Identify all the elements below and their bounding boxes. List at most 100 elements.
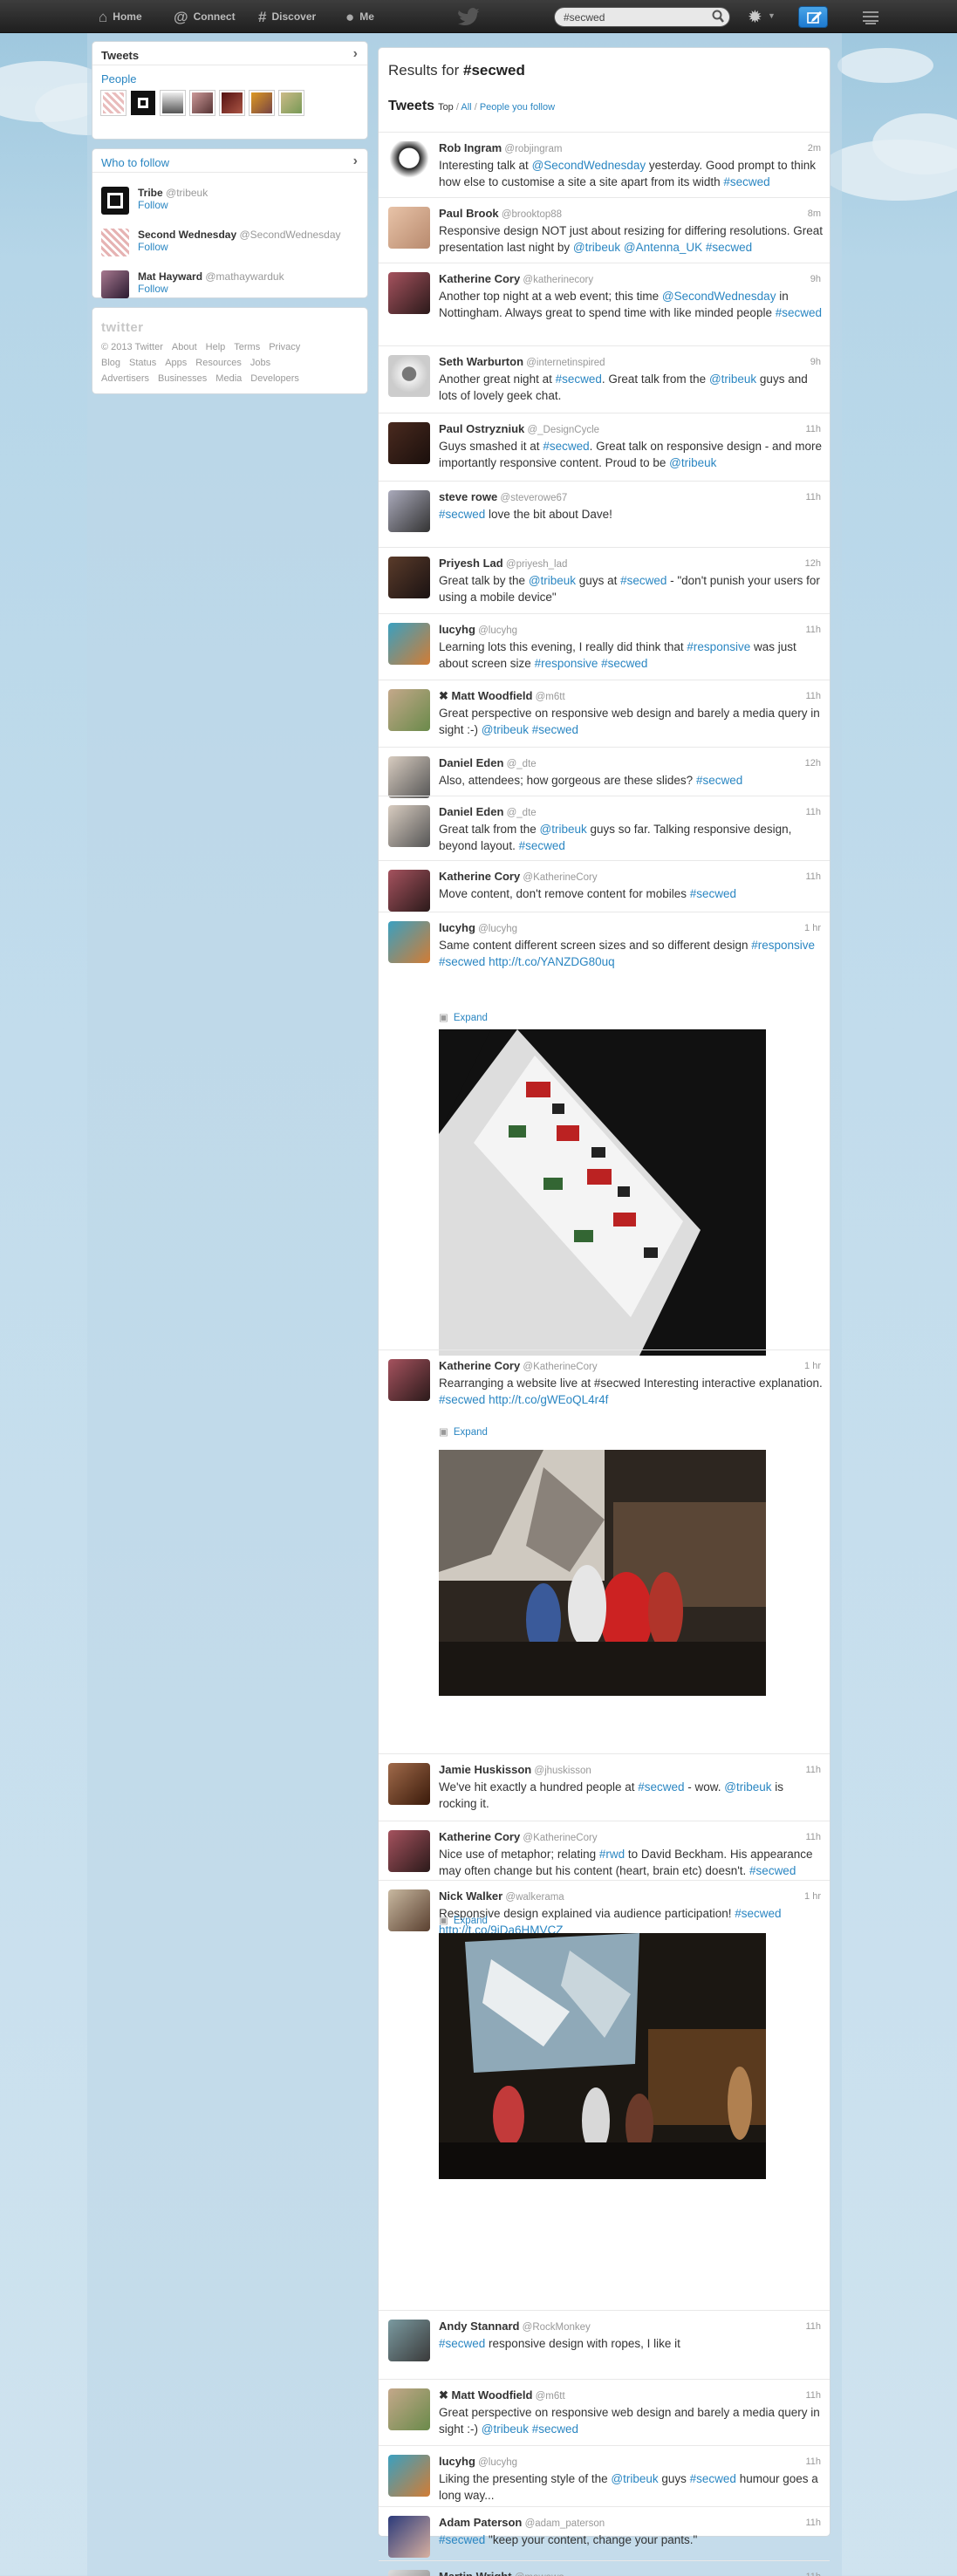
tweet-timestamp[interactable]: 11h	[805, 2572, 821, 2576]
avatar[interactable]	[388, 272, 430, 314]
tweet-item[interactable]: Katherine Cory @katherinecory 9h Another t…	[379, 263, 830, 345]
tweet-screen-name[interactable]: @katherinecory	[520, 275, 593, 285]
expand-link[interactable]: ▣ Expand	[439, 1011, 488, 1023]
hashtag-link[interactable]: #secwed	[749, 1864, 796, 1877]
follow-link[interactable]: Follow	[138, 283, 284, 295]
mention-link[interactable]: @tribeuk	[540, 823, 587, 836]
avatar[interactable]	[388, 2388, 430, 2430]
tweet-author-name[interactable]: steve rowe	[439, 490, 497, 503]
tweet-item[interactable]: Seth Warburton @internetinspired 9h Anothe…	[379, 345, 830, 413]
mention-link[interactable]: @tribeuk	[669, 456, 716, 469]
footer-link[interactable]: Terms	[234, 342, 260, 352]
compose-tweet-button[interactable]	[798, 6, 828, 28]
chevron-down-icon[interactable]: ▼	[768, 11, 776, 20]
tweet-author-name[interactable]: Paul Ostryzniuk	[439, 422, 524, 435]
avatar[interactable]	[101, 270, 129, 298]
avatar[interactable]	[388, 689, 430, 731]
avatar[interactable]	[101, 91, 126, 115]
tweet-author-name[interactable]: Seth Warburton	[439, 355, 523, 368]
tweet-author-name[interactable]: Daniel Eden	[439, 756, 503, 769]
hashtag-link[interactable]: #secwed	[439, 2337, 485, 2350]
nav-connect[interactable]: @ Connect	[174, 0, 236, 33]
tweet-item[interactable]: Katherine Cory @KatherineCory 11h Move con…	[379, 860, 830, 912]
tweet-screen-name[interactable]: @RockMonkey	[519, 2322, 591, 2333]
expand-link[interactable]: ▣ Expand	[439, 1425, 488, 1438]
mention-link[interactable]: @tribeuk	[482, 2422, 529, 2436]
tweet-timestamp[interactable]: 11h	[805, 2321, 821, 2332]
hashtag-link[interactable]: #responsive	[535, 657, 598, 670]
tweet-item[interactable]: ✖ Matt Woodfield @m6tt 11h Great perspecti…	[379, 2379, 830, 2445]
tweet-timestamp[interactable]: 9h	[810, 357, 821, 367]
mention-link[interactable]: @tribeuk	[611, 2472, 658, 2485]
tweet-screen-name[interactable]: @steverowe67	[497, 493, 567, 503]
footer-link[interactable]: Blog	[101, 358, 120, 368]
tweet-author-name[interactable]: Katherine Cory	[439, 1830, 520, 1843]
tweet-author-name[interactable]: Paul Brook	[439, 207, 499, 220]
tweet-item[interactable]: Nick Walker @walkerama 1 hr Responsive des…	[379, 1880, 830, 2310]
tweet-item[interactable]: Paul Brook @brooktop88 8m Responsive desig…	[379, 197, 830, 263]
tweet-item[interactable]: lucyhg @lucyhg 11h Learning lots this even…	[379, 613, 830, 680]
avatar[interactable]	[161, 91, 185, 115]
tweet-author-name[interactable]: Adam Paterson	[439, 2516, 522, 2529]
avatar[interactable]	[388, 1359, 430, 1401]
tweet-screen-name[interactable]: @m6tt	[532, 692, 565, 702]
mention-link[interactable]: @tribeuk	[482, 723, 529, 736]
hashtag-link[interactable]: #secwed	[439, 2533, 485, 2546]
tweet-screen-name[interactable]: @m6tt	[532, 2391, 565, 2402]
nav-discover[interactable]: # Discover	[258, 0, 316, 33]
tweet-author-name[interactable]: lucyhg	[439, 623, 475, 636]
url-link[interactable]: http://t.co/gWEoQL4r4f	[489, 1393, 608, 1406]
tweet-item[interactable]: ✖ Matt Woodfield @m6tt 11h Great perspecti…	[379, 680, 830, 747]
tweet-photo[interactable]	[439, 1029, 766, 1356]
hashtag-link[interactable]: #secwed	[532, 723, 578, 736]
tweet-timestamp[interactable]: 11h	[805, 2456, 821, 2467]
hashtag-link[interactable]: #secwed	[690, 887, 736, 900]
tweet-photo[interactable]	[439, 1933, 766, 2179]
tweet-timestamp[interactable]: 11h	[805, 1765, 821, 1775]
follow-link[interactable]: Follow	[138, 241, 341, 253]
tweet-timestamp[interactable]: 11h	[805, 2518, 821, 2528]
tweet-screen-name[interactable]: @robjingram	[502, 144, 562, 154]
hashtag-link[interactable]: #secwed	[601, 657, 647, 670]
tweet-screen-name[interactable]: @internetinspired	[523, 358, 605, 368]
footer-link[interactable]: Advertisers	[101, 373, 149, 384]
avatar[interactable]	[388, 870, 430, 912]
hashtag-link[interactable]: #secwed	[696, 774, 742, 787]
tweet-timestamp[interactable]: 11h	[805, 691, 821, 701]
avatar[interactable]	[101, 187, 129, 215]
hashtag-link[interactable]: #secwed	[543, 440, 589, 453]
footer-link[interactable]: Jobs	[250, 358, 270, 368]
tweet-screen-name[interactable]: @_DesignCycle	[524, 425, 599, 435]
mention-link[interactable]: @tribeuk	[724, 1780, 771, 1794]
tweet-item[interactable]: Rob Ingram @robjingram 2m Interesting talk…	[379, 132, 830, 197]
hashtag-link[interactable]: #secwed	[532, 2422, 578, 2436]
tweet-screen-name[interactable]: @priyesh_lad	[503, 559, 568, 570]
hashtag-link[interactable]: #secwed	[439, 1393, 485, 1406]
tweet-item[interactable]: Martin Wright @mawawa11hKeep your conten…	[379, 2560, 830, 2576]
url-link[interactable]: http://t.co/YANZDG80uq	[489, 955, 615, 968]
nav-me[interactable]: ● Me	[345, 0, 374, 33]
tweet-screen-name[interactable]: @KatherineCory	[520, 1833, 597, 1843]
tweet-item[interactable]: Andy Stannard @RockMonkey 11h #secwed resp…	[379, 2310, 830, 2379]
tweet-author-name[interactable]: Rob Ingram	[439, 141, 502, 154]
tweet-timestamp[interactable]: 11h	[805, 2390, 821, 2401]
search-icon[interactable]	[711, 9, 725, 24]
tweet-item[interactable]: Katherine Cory @KatherineCory 11h Nice use…	[379, 1821, 830, 1880]
menu-icon[interactable]	[862, 8, 879, 25]
search-input[interactable]: #secwed	[554, 7, 730, 27]
gear-icon[interactable]: ✹	[748, 6, 762, 28]
tweet-author-name[interactable]: Daniel Eden	[439, 805, 503, 818]
tweet-item[interactable]: steve rowe @steverowe67 11h #secwed love t…	[379, 481, 830, 547]
tweet-screen-name[interactable]: @lucyhg	[475, 924, 517, 934]
hashtag-link[interactable]: #secwed	[439, 955, 485, 968]
avatar[interactable]	[388, 2320, 430, 2361]
tweet-timestamp[interactable]: 1 hr	[804, 923, 821, 933]
hashtag-link[interactable]: #responsive	[751, 939, 815, 952]
wtf-name[interactable]: Mat Hayward	[138, 270, 202, 283]
tweet-screen-name[interactable]: @adam_paterson	[522, 2518, 605, 2529]
tweet-timestamp[interactable]: 1 hr	[804, 1891, 821, 1902]
tweet-author-name[interactable]: Andy Stannard	[439, 2320, 519, 2333]
footer-link[interactable]: Help	[206, 342, 226, 352]
avatar[interactable]	[388, 2455, 430, 2497]
avatar[interactable]	[101, 229, 129, 256]
